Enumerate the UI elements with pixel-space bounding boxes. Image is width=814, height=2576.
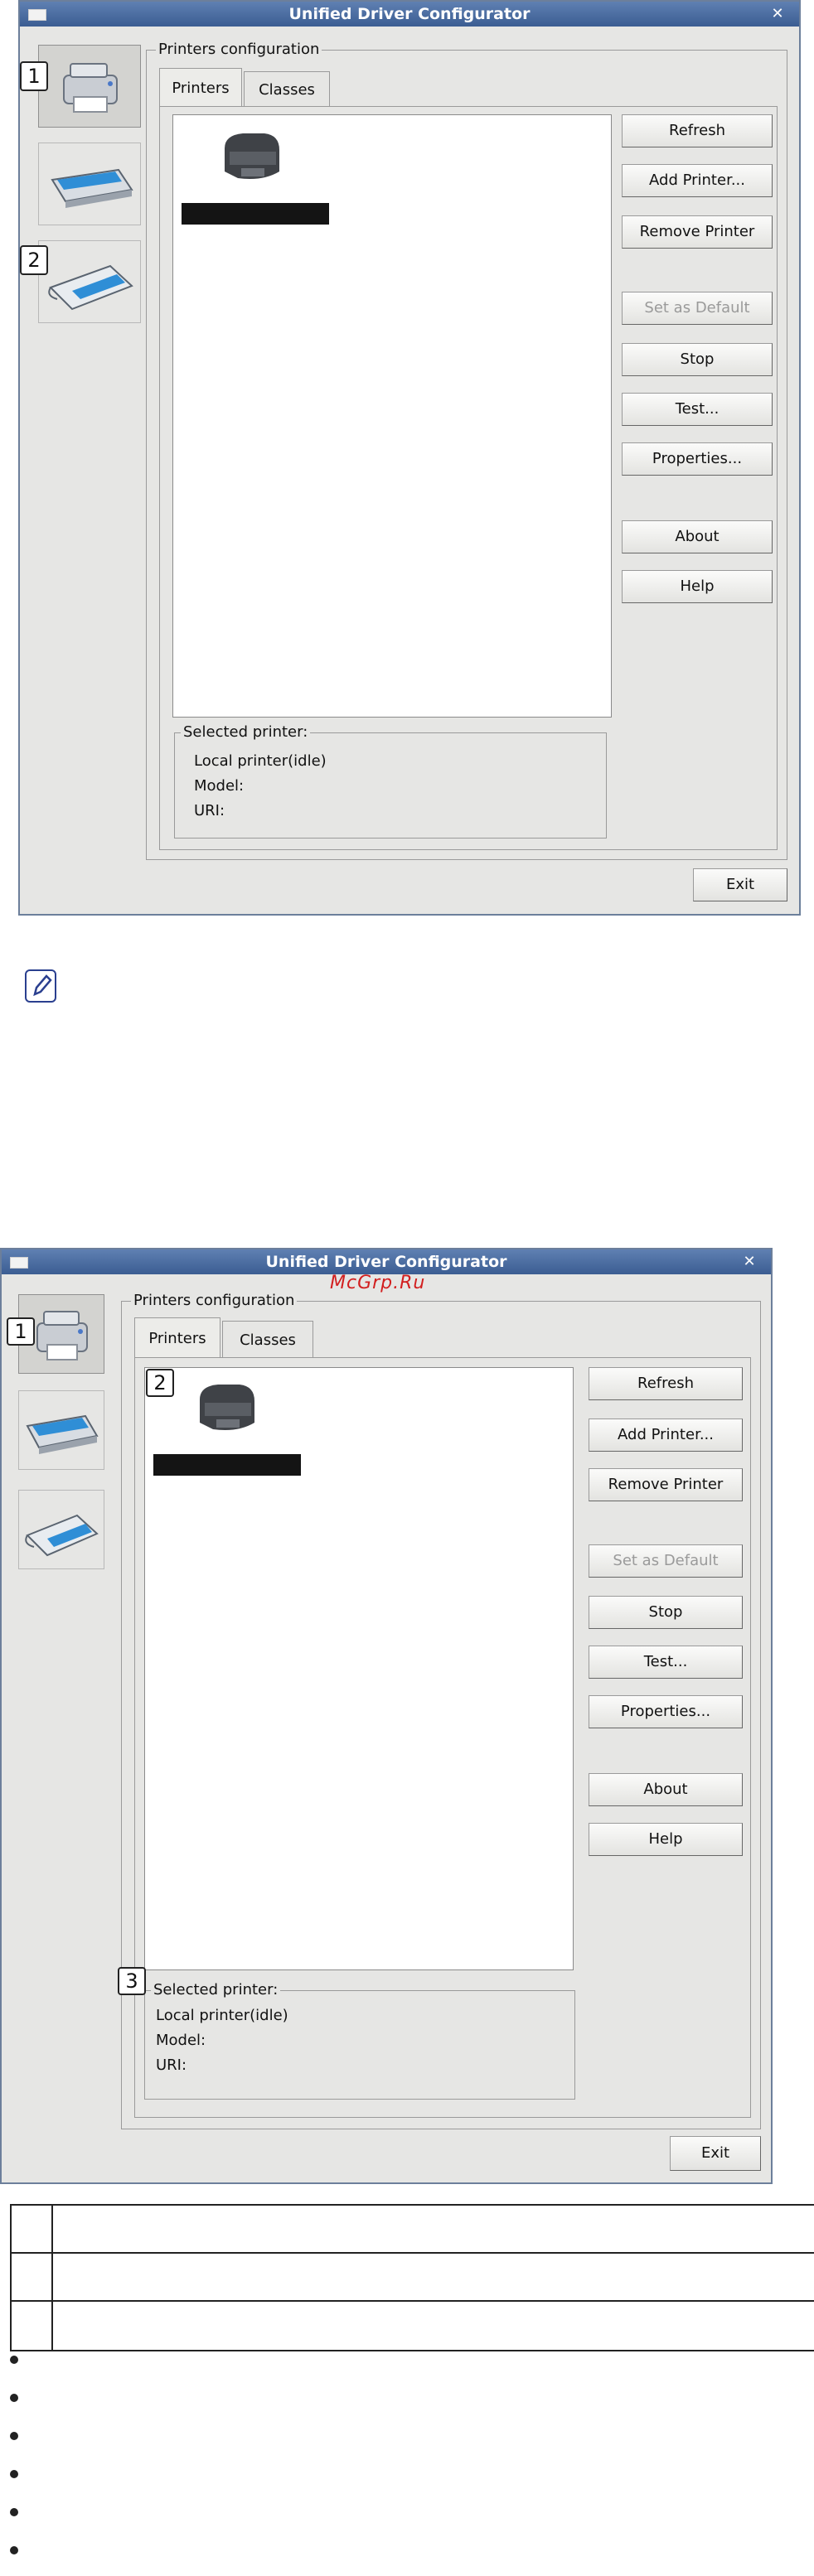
selected-printer-title: Selected printer: <box>181 723 311 742</box>
selected-printer-uri: URI: <box>194 802 225 819</box>
window-titlebar[interactable]: Unified Driver Configurator <box>20 2 799 27</box>
properties-button[interactable]: Properties... <box>589 1695 743 1728</box>
help-button[interactable]: Help <box>589 1823 743 1856</box>
selected-printer-status: Local printer(idle) <box>156 2007 288 2024</box>
table-cell-number <box>12 2302 53 2350</box>
callout-2: 2 <box>146 1369 174 1397</box>
properties-button[interactable]: Properties... <box>622 442 773 476</box>
sidebar-scanners-button[interactable] <box>18 1390 104 1470</box>
exit-button[interactable]: Exit <box>693 868 787 901</box>
group-title: Printers configuration <box>156 40 322 60</box>
remove-printer-button[interactable]: Remove Printer <box>622 215 773 249</box>
close-icon[interactable]: ✕ <box>768 2 787 27</box>
sidebar-printers-button[interactable] <box>38 45 141 128</box>
printer-list[interactable] <box>172 114 612 718</box>
bullet-point <box>10 2546 18 2554</box>
callout-table <box>10 2204 814 2351</box>
callout-1: 1 <box>20 61 48 91</box>
test-button[interactable]: Test... <box>589 1646 743 1679</box>
tab-printers[interactable]: Printers <box>159 68 242 108</box>
bullet-point <box>10 2470 18 2478</box>
udc-window-2: Unified Driver Configurator ✕ Printers c… <box>0 1248 773 2184</box>
udc-window-1: Unified Driver Configurator ✕ Printers c… <box>18 0 801 916</box>
about-button[interactable]: About <box>622 520 773 553</box>
callout-1: 1 <box>7 1317 35 1346</box>
selected-printer-model: Model: <box>194 777 245 795</box>
bullet-point <box>10 2432 18 2440</box>
help-button[interactable]: Help <box>622 570 773 603</box>
callout-2: 2 <box>20 245 48 275</box>
sidebar-ports-button[interactable] <box>38 240 141 323</box>
bullet-point <box>10 2508 18 2516</box>
selected-printer-model: Model: <box>156 2032 206 2049</box>
printer-icon <box>225 133 279 179</box>
tab-classes[interactable]: Classes <box>244 71 330 108</box>
selected-printer-title: Selected printer: <box>151 1980 281 2000</box>
tab-classes[interactable]: Classes <box>222 1321 313 1359</box>
bullet-point <box>10 2394 18 2402</box>
table-row <box>12 2254 814 2302</box>
sidebar-scanners-button[interactable] <box>38 143 141 225</box>
stop-button[interactable]: Stop <box>622 343 773 376</box>
window-title: Unified Driver Configurator <box>288 5 531 23</box>
table-row <box>12 2302 814 2350</box>
printer-name-redacted <box>182 203 329 225</box>
printer-name-redacted <box>153 1454 301 1476</box>
printer-icon <box>63 63 118 113</box>
callout-3: 3 <box>118 1967 146 1995</box>
scanner-icon <box>26 1414 99 1454</box>
exit-button[interactable]: Exit <box>670 2136 761 2171</box>
add-printer-button[interactable]: Add Printer... <box>622 164 773 197</box>
table-cell-number <box>12 2254 53 2300</box>
set-as-default-button[interactable]: Set as Default <box>622 292 773 325</box>
port-icon <box>48 264 133 311</box>
window-titlebar[interactable]: Unified Driver Configurator <box>2 1249 771 1274</box>
refresh-button[interactable]: Refresh <box>589 1367 743 1400</box>
remove-printer-button[interactable]: Remove Printer <box>589 1468 743 1501</box>
selected-printer-status: Local printer(idle) <box>194 752 327 770</box>
about-button[interactable]: About <box>589 1773 743 1806</box>
tab-printers[interactable]: Printers <box>134 1317 220 1359</box>
port-icon <box>25 1514 99 1557</box>
window-title: Unified Driver Configurator <box>265 1253 507 1271</box>
scanner-icon <box>51 168 133 208</box>
bullet-point <box>10 2356 18 2364</box>
printer-icon <box>200 1385 254 1430</box>
set-as-default-button[interactable]: Set as Default <box>589 1544 743 1578</box>
window-menu-icon[interactable] <box>10 1257 28 1269</box>
sidebar-ports-button[interactable] <box>18 1490 104 1569</box>
printer-list[interactable] <box>144 1367 574 1970</box>
watermark: McGrp.Ru <box>330 1273 426 1293</box>
group-title: Printers configuration <box>131 1291 298 1311</box>
add-printer-button[interactable]: Add Printer... <box>589 1418 743 1452</box>
test-button[interactable]: Test... <box>622 393 773 426</box>
stop-button[interactable]: Stop <box>589 1596 743 1629</box>
note-pencil-icon <box>25 969 56 1003</box>
selected-printer-uri: URI: <box>156 2056 187 2074</box>
refresh-button[interactable]: Refresh <box>622 114 773 147</box>
window-menu-icon[interactable] <box>28 9 46 21</box>
close-icon[interactable]: ✕ <box>739 1249 759 1274</box>
table-row <box>12 2206 814 2254</box>
table-cell-number <box>12 2206 53 2252</box>
